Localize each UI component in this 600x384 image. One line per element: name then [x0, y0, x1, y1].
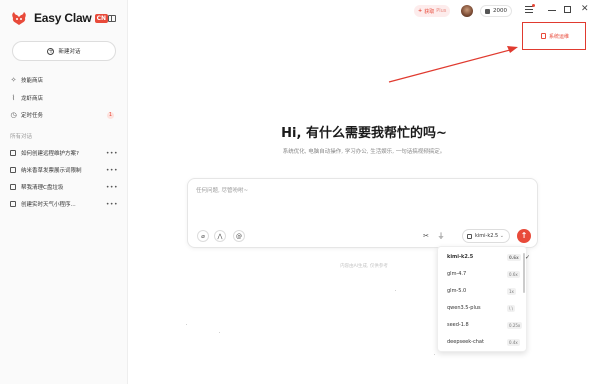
model-option[interactable]: kimi-k2.5 0.6x ✓: [447, 252, 530, 262]
model-option-name: kimi-k2.5: [447, 254, 474, 260]
upgrade-label: 获取: [424, 8, 435, 15]
price-tag: \ \: [507, 304, 515, 312]
sidebar-item-scheduled-tasks[interactable]: ◷ 定时任务 1: [10, 110, 120, 120]
skill-icon[interactable]: ⋀: [214, 230, 226, 242]
sidebar-item-label: 定时任务: [21, 113, 44, 119]
model-option[interactable]: seed-1.8 0.25x: [447, 320, 523, 330]
model-option-name: glm-4.7: [447, 271, 467, 277]
model-option[interactable]: qwen3.5-plus \ \: [447, 303, 523, 313]
model-option-name: deepseek-chat: [447, 339, 484, 345]
price-tag: 1x: [507, 287, 516, 295]
model-option[interactable]: glm-4.7 0.6x: [447, 269, 523, 279]
app-name: Easy Claw: [34, 11, 92, 25]
menu-icon[interactable]: [525, 6, 533, 14]
conversation-item[interactable]: 帮我清理C盘垃圾 •••: [10, 182, 118, 192]
ai-disclaimer: 内容由AI生成, 仅供参考: [340, 264, 388, 269]
chat-icon: [10, 167, 16, 173]
system-ops-label: 系统运维: [549, 33, 570, 40]
document-icon: [541, 33, 546, 39]
credits-icon: [485, 8, 490, 14]
microphone-icon[interactable]: ⏚: [435, 230, 447, 242]
new-chat-label: 新建对话: [58, 49, 81, 55]
chat-icon: [10, 150, 16, 156]
model-icon: [467, 233, 472, 239]
send-button[interactable]: ↑: [517, 229, 531, 243]
upgrade-plus-button[interactable]: + 获取 Plus: [414, 5, 451, 17]
price-tag: 0.25x: [507, 321, 523, 329]
new-chat-button[interactable]: + 新建对话: [12, 41, 116, 61]
scissors-icon[interactable]: ✂: [420, 230, 432, 242]
conversation-label: 纳米香草发票展示词限制: [21, 168, 82, 174]
avatar[interactable]: [461, 5, 473, 17]
lobster-logo-icon: [12, 12, 26, 25]
model-select-value: kimi-k2.5: [475, 233, 499, 239]
notification-dot: [532, 4, 535, 7]
chat-composer[interactable]: 任何问题, 尽管吩咐~ ⌀ ⋀ @ ✂ ⏚ kimi-k2.5 ⌄ ↑: [187, 178, 538, 248]
conversation-label: 如何创建远程维护方案?: [21, 151, 79, 157]
section-title: 所有对话: [10, 134, 33, 140]
chat-icon: [10, 184, 16, 190]
more-icon[interactable]: •••: [106, 167, 118, 174]
clock-icon: ◷: [10, 110, 17, 119]
lobster-icon: ⌇: [11, 93, 16, 102]
mention-icon[interactable]: @: [233, 230, 245, 242]
plus-circle-icon: +: [47, 47, 55, 55]
conversation-item[interactable]: 纳米香草发票展示词限制 •••: [10, 165, 118, 175]
check-icon: ✓: [525, 253, 531, 261]
chat-input[interactable]: 任何问题, 尽管吩咐~: [196, 186, 248, 194]
conversation-item[interactable]: 如何创建远程维护方案? •••: [10, 148, 118, 158]
count-badge: 1: [107, 111, 114, 119]
price-tag: 0.6x: [507, 253, 521, 261]
system-ops-button[interactable]: 系统运维: [541, 31, 569, 41]
attachment-icon[interactable]: ⌀: [197, 230, 209, 242]
sparkle-icon: ✧: [10, 75, 17, 84]
chevron-down-icon: ⌄: [499, 233, 504, 239]
sidebar-item-label: 技能商店: [21, 78, 44, 84]
sidebar-item-skill-store[interactable]: ✧ 技能商店: [10, 75, 120, 85]
model-option-name: glm-5.0: [447, 288, 467, 294]
minimize-icon[interactable]: [548, 10, 556, 11]
plus-label: Plus: [436, 8, 447, 14]
chat-icon: [10, 201, 16, 207]
more-icon[interactable]: •••: [106, 201, 118, 208]
decorative-dot: ·: [395, 288, 397, 293]
conversation-label: 帮我清理C盘垃圾: [21, 185, 64, 191]
sidebar-item-lobster-store[interactable]: ⌇ 龙虾商店: [10, 93, 120, 103]
more-icon[interactable]: •••: [106, 150, 118, 157]
model-dropdown: kimi-k2.5 0.6x ✓ glm-4.7 0.6x glm-5.0 1x…: [437, 246, 530, 352]
sidebar-item-label: 龙虾商店: [21, 96, 44, 102]
price-tag: 0.4x: [507, 338, 520, 346]
region-badge: CN: [94, 13, 109, 23]
decorative-dot: ·: [186, 322, 188, 327]
model-option[interactable]: deepseek-chat 0.4x: [447, 337, 523, 347]
conversation-label: 创建实时天气小程序...: [21, 202, 76, 208]
credits-value: 2000: [493, 8, 507, 14]
decorative-dot: ·: [219, 330, 221, 335]
app-logo: Easy Claw CN: [10, 10, 109, 26]
page-subtitle: 系统优化, 电脑自动操作, 学习办公, 生活娱乐, 一句话搞视频搞定。: [282, 149, 446, 155]
model-select[interactable]: kimi-k2.5 ⌄: [462, 229, 510, 243]
page-title: Hi, 有什么需要我帮忙的吗~: [281, 126, 447, 141]
maximize-icon[interactable]: [564, 6, 571, 13]
more-icon[interactable]: •••: [106, 184, 118, 191]
credits-indicator[interactable]: 2000: [480, 5, 512, 17]
sidebar-toggle-icon[interactable]: [108, 15, 116, 22]
decorative-dot: ·: [434, 352, 436, 357]
price-tag: 0.6x: [507, 270, 520, 278]
plus-icon: +: [418, 8, 423, 14]
conversation-item[interactable]: 创建实时天气小程序... •••: [10, 199, 118, 209]
model-option-name: qwen3.5-plus: [447, 305, 481, 311]
sidebar: Easy Claw CN + 新建对话 ✧ 技能商店 ⌇ 龙虾商店 ◷ 定时任务…: [0, 0, 128, 384]
model-option-name: seed-1.8: [447, 322, 469, 328]
close-icon[interactable]: ✕: [581, 4, 589, 14]
model-option[interactable]: glm-5.0 1x: [447, 286, 523, 296]
